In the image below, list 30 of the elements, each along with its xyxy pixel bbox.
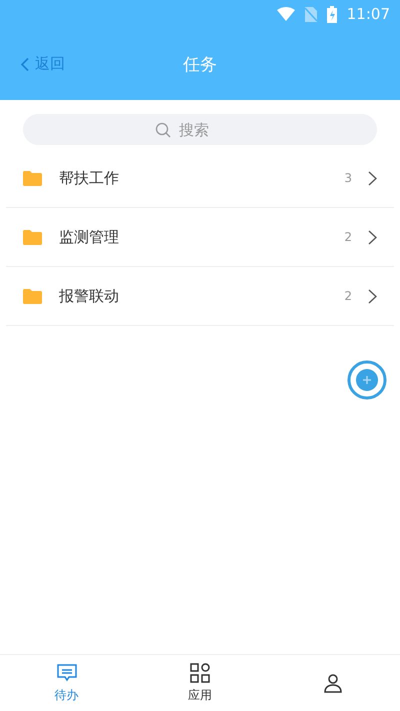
folder-name: 帮扶工作 [59, 168, 120, 188]
folder-icon [23, 288, 42, 304]
nav-tab[interactable]: 待办 [0, 655, 134, 711]
battery-icon [326, 6, 337, 22]
folder-row[interactable]: 帮扶工作 3 [6, 149, 394, 208]
no-sim-icon [304, 6, 317, 22]
chevron-right-icon [368, 170, 377, 186]
folder-name: 监测管理 [59, 228, 120, 246]
search-bar[interactable]: 搜索 [23, 114, 377, 145]
message-icon [56, 662, 78, 682]
item-count: 3 [344, 171, 352, 185]
status-time: 11:07 [346, 5, 390, 23]
folder-row[interactable]: 报警联动 2 [6, 267, 394, 326]
item-count: 2 [344, 289, 352, 303]
chevron-right-icon [368, 288, 377, 304]
floating-add-button[interactable] [347, 360, 387, 400]
wifi-icon [276, 7, 295, 21]
person-icon [323, 673, 344, 693]
page-title: 任务 [183, 54, 217, 76]
search-icon [155, 122, 171, 138]
folder-icon [23, 230, 42, 244]
search-field[interactable]: 搜索 [177, 120, 245, 140]
nav-tab[interactable]: 应用 [133, 655, 267, 711]
folder-name: 报警联动 [59, 286, 120, 306]
folder-row[interactable]: 监测管理 2 [6, 208, 394, 267]
item-count: 2 [344, 230, 352, 244]
chevron-right-icon [368, 230, 377, 244]
chevron-left-icon [20, 57, 29, 71]
folder-icon [23, 170, 42, 186]
grid-icon [190, 662, 210, 682]
